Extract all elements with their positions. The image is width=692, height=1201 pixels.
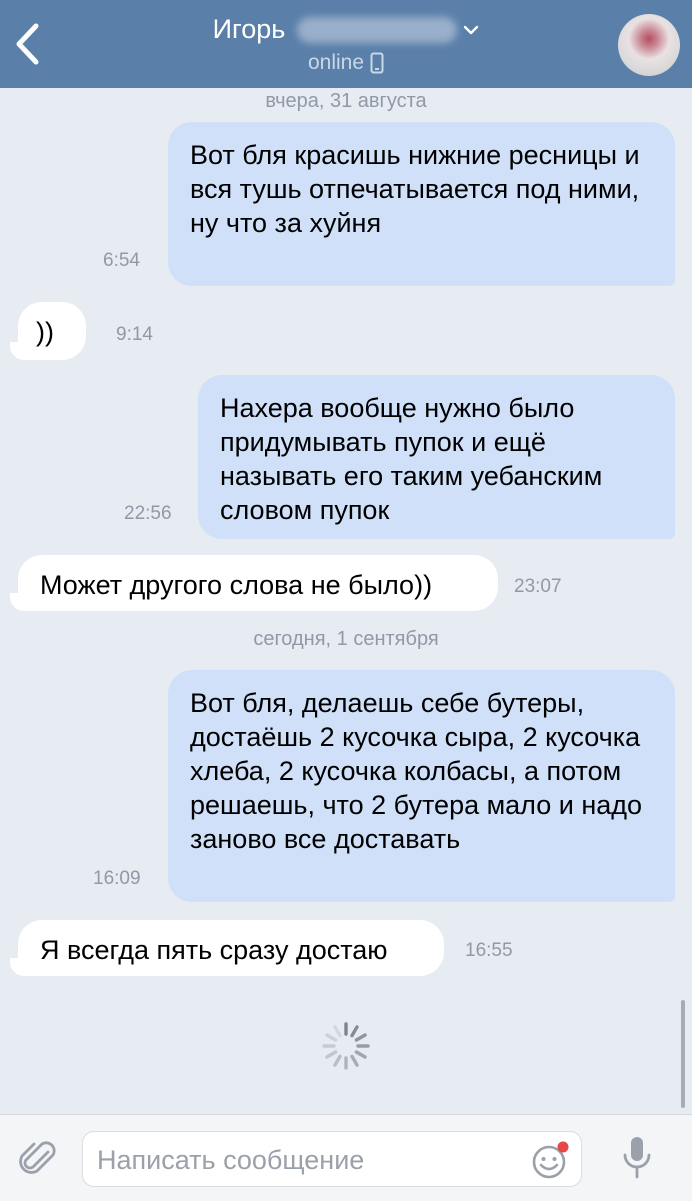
message-input-box[interactable] (82, 1131, 582, 1187)
microphone-icon[interactable] (620, 1135, 654, 1181)
date-separator: сегодня, 1 сентября (253, 628, 439, 650)
message-input[interactable] (95, 1142, 519, 1178)
message-composer (0, 1114, 692, 1201)
outgoing-message[interactable]: Вот бля красишь нижние ресницы и вся туш… (168, 122, 675, 286)
avatar[interactable] (618, 14, 680, 76)
scrollbar[interactable] (681, 1000, 685, 1108)
message-time: 22:56 (124, 503, 172, 524)
message-time: 23:07 (514, 576, 562, 597)
contact-status: online (307, 51, 365, 74)
emoji-icon[interactable] (531, 1140, 571, 1180)
message-time: 9:14 (116, 324, 153, 345)
chat-header: Игорь online (0, 0, 692, 88)
incoming-message[interactable]: Я всегда пять сразу достаю (18, 920, 444, 976)
notification-dot (557, 1141, 569, 1153)
date-separator: вчера, 31 августа (265, 90, 427, 112)
outgoing-message[interactable]: Нахера вообще нужно было придумывать пуп… (198, 375, 675, 539)
incoming-message[interactable]: Может другого слова не было)) (18, 555, 498, 611)
contact-surname-blurred (297, 16, 458, 43)
chevron-down-icon (464, 25, 479, 34)
incoming-message[interactable]: )) (18, 302, 86, 360)
chat-title-area[interactable]: Игорь online (0, 14, 692, 75)
contact-name: Игорь (212, 14, 286, 44)
message-time: 16:55 (465, 940, 513, 961)
paperclip-icon[interactable] (18, 1138, 60, 1180)
outgoing-message[interactable]: Вот бля, делаешь себе бутеры, достаёшь 2… (168, 670, 675, 902)
message-time: 16:09 (93, 868, 141, 889)
mobile-phone-icon (370, 52, 384, 74)
loading-spinner-icon (322, 1022, 370, 1070)
message-time: 6:54 (103, 250, 140, 271)
